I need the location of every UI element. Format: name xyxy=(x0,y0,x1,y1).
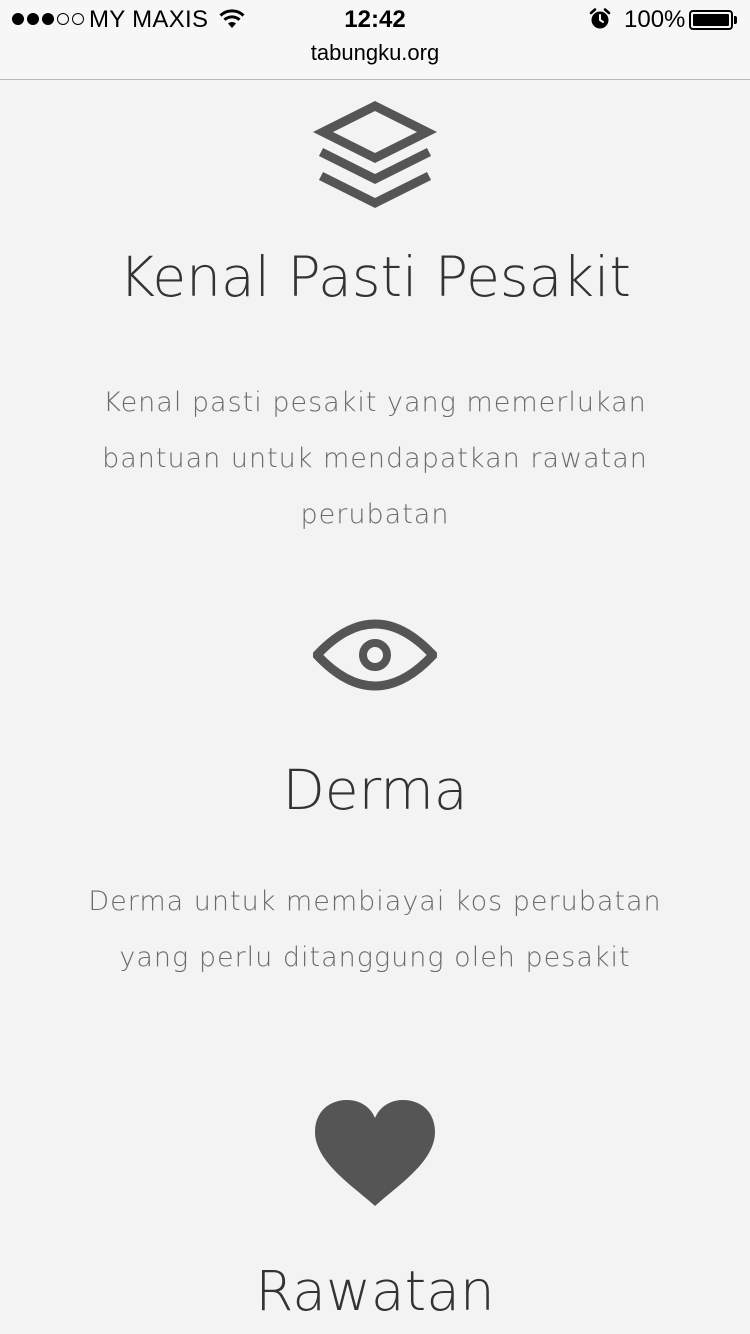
feature-treatment: Rawatan xyxy=(0,1098,750,1319)
battery-percentage: 100% xyxy=(624,6,686,33)
feature-description: Derma untuk membiayai kos perubatan yang… xyxy=(88,886,662,973)
feature-title: Kenal Pasti Pesakit xyxy=(119,245,631,309)
eye-icon xyxy=(313,619,437,691)
battery-icon xyxy=(689,10,737,30)
browser-chrome: MY MAXIS 12:42 100% tabungku.org xyxy=(0,0,750,80)
status-bar: MY MAXIS 12:42 100% xyxy=(0,0,750,40)
feature-identify-patients: Kenal Pasti Pesakit Kenal pasti pesakit … xyxy=(0,100,750,530)
address-bar-url[interactable]: tabungku.org xyxy=(0,40,750,66)
layers-icon xyxy=(313,100,437,209)
feature-title: Rawatan xyxy=(255,1259,495,1323)
feature-donate: Derma Derma untuk membiayai kos perubata… xyxy=(0,615,750,973)
feature-description: Kenal pasti pesakit yang memerlukan bant… xyxy=(102,387,648,530)
heart-icon xyxy=(315,1100,435,1206)
feature-title: Derma xyxy=(282,758,468,822)
alarm-clock-icon xyxy=(589,8,611,29)
